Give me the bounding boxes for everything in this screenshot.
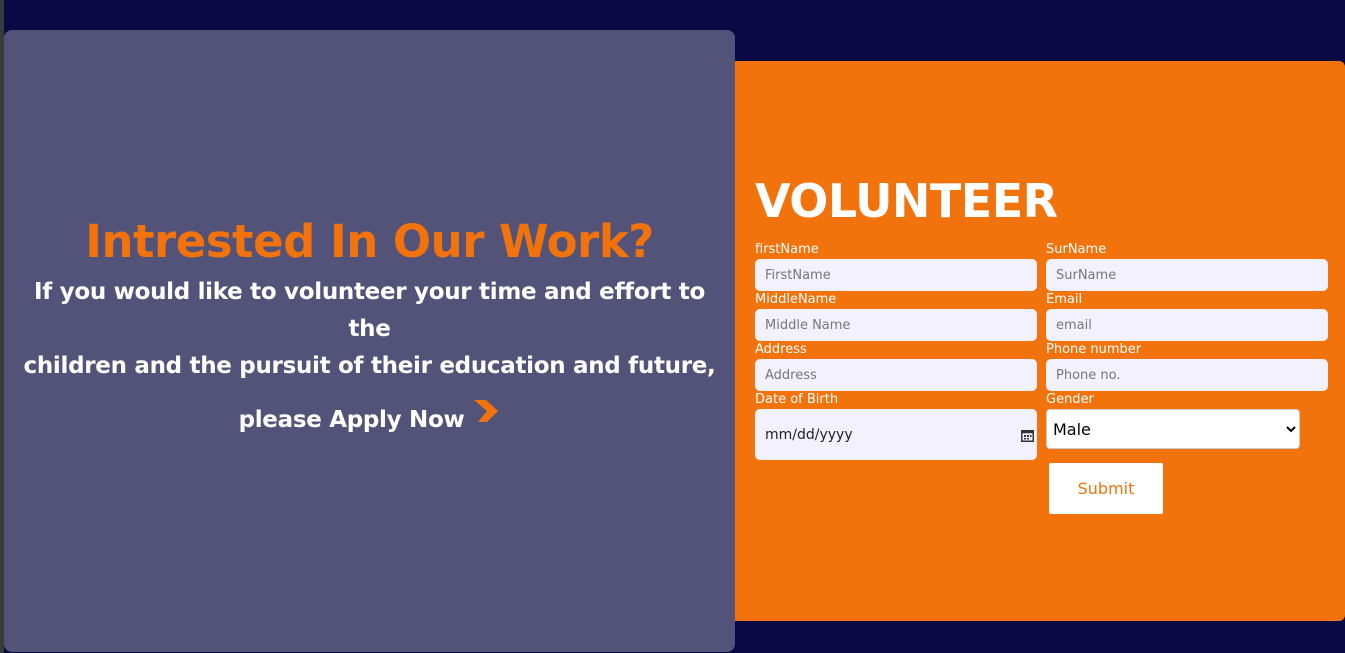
address-input[interactable] — [755, 359, 1037, 391]
email-group: Email — [1046, 292, 1328, 341]
dob-value: mm/dd/yyyy — [765, 426, 853, 443]
middle-name-label: MiddleName — [755, 292, 837, 307]
dob-group: Date of Birth mm/dd/yyyy — [755, 392, 1037, 460]
intro-subtext-line-1: If you would like to volunteer your time… — [33, 278, 706, 342]
phone-input[interactable] — [1046, 359, 1328, 391]
phone-label: Phone number — [1046, 342, 1142, 357]
volunteer-form-panel: VOLUNTEER firstName SurName MiddleName E… — [735, 61, 1345, 621]
gender-group: Gender Male — [1046, 392, 1300, 449]
calendar-icon[interactable] — [1021, 427, 1034, 446]
first-name-label: firstName — [755, 242, 819, 257]
surname-group: SurName — [1046, 242, 1328, 291]
intro-headline: Intrested In Our Work? — [85, 214, 654, 268]
surname-label: SurName — [1046, 242, 1107, 257]
middle-name-group: MiddleName — [755, 292, 1037, 341]
apply-now-label: please Apply Now — [238, 406, 465, 433]
address-label: Address — [755, 342, 807, 357]
first-name-input[interactable] — [755, 259, 1037, 291]
email-label: Email — [1046, 292, 1083, 307]
first-name-group: firstName — [755, 242, 1037, 291]
middle-name-input[interactable] — [755, 309, 1037, 341]
chevron-right-icon[interactable] — [474, 399, 500, 428]
surname-input[interactable] — [1046, 259, 1328, 291]
intro-panel: Intrested In Our Work? If you would like… — [4, 30, 735, 652]
submit-button[interactable]: Submit — [1049, 463, 1163, 514]
gender-label: Gender — [1046, 392, 1094, 407]
dob-label: Date of Birth — [755, 392, 839, 407]
intro-subtext-line-2: children and the pursuit of their educat… — [23, 352, 716, 379]
gender-select[interactable]: Male — [1046, 409, 1300, 449]
intro-subtext: If you would like to volunteer your time… — [12, 274, 727, 385]
email-input[interactable] — [1046, 309, 1328, 341]
apply-now-link[interactable]: please Apply Now — [238, 399, 501, 433]
phone-group: Phone number — [1046, 342, 1328, 391]
form-title: VOLUNTEER — [755, 174, 1058, 228]
dob-input[interactable]: mm/dd/yyyy — [755, 409, 1037, 460]
address-group: Address — [755, 342, 1037, 391]
